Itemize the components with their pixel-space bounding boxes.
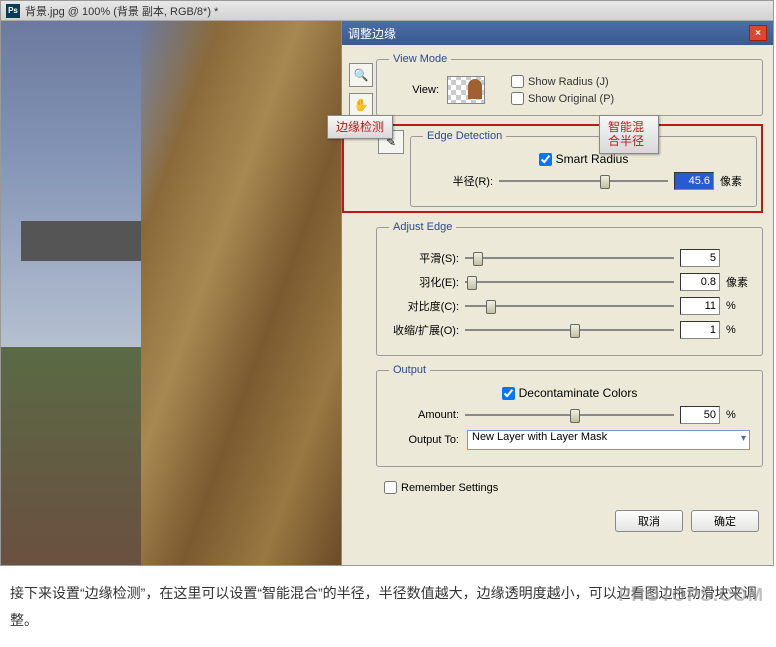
radius-unit: 像素 xyxy=(720,173,744,189)
decontaminate-checkbox[interactable]: Decontaminate Colors xyxy=(389,386,750,400)
contrast-unit: % xyxy=(726,300,750,312)
contrast-input[interactable] xyxy=(680,297,720,315)
feather-unit: 像素 xyxy=(726,274,750,290)
feather-label: 羽化(E): xyxy=(389,274,459,290)
smooth-input[interactable] xyxy=(680,249,720,267)
view-mode-group: View Mode View: Show Radius (J) Show Ori… xyxy=(376,53,763,116)
output-to-label: Output To: xyxy=(389,434,459,446)
photoshop-icon: Ps xyxy=(6,4,20,18)
annotation-edge-detection: 边缘检测 xyxy=(327,115,393,139)
image-preview xyxy=(1,21,341,565)
adjust-edge-group: Adjust Edge 平滑(S): 羽化(E): 像素 xyxy=(376,221,763,356)
output-to-select[interactable]: New Layer with Layer Mask xyxy=(467,430,750,450)
annotation-smart-radius: 智能混合半径 xyxy=(599,115,659,154)
feather-input[interactable] xyxy=(680,273,720,291)
radius-label: 半径(R): xyxy=(423,173,493,189)
output-group: Output Decontaminate Colors Amount: % xyxy=(376,364,763,467)
caption-text: 接下来设置“边缘检测”，在这里可以设置“智能混合”的半径，半径数值越大，边缘透明… xyxy=(0,566,776,647)
refine-edge-dialog: 调整边缘 × 🔍 ✋ View Mode View: xyxy=(341,21,773,565)
output-legend: Output xyxy=(389,364,430,376)
contrast-label: 对比度(C): xyxy=(389,298,459,314)
close-button[interactable]: × xyxy=(749,25,767,41)
smooth-label: 平滑(S): xyxy=(389,250,459,266)
edge-detection-legend: Edge Detection xyxy=(423,130,506,142)
shift-slider[interactable] xyxy=(465,322,674,338)
contrast-slider[interactable] xyxy=(465,298,674,314)
show-original-checkbox[interactable]: Show Original (P) xyxy=(511,92,614,105)
watermark: PHOTOPS.COM xyxy=(618,578,764,612)
edge-detection-group: Edge Detection Smart Radius 半径(R): xyxy=(410,130,757,207)
radius-slider[interactable] xyxy=(499,173,668,189)
zoom-tool-button[interactable]: 🔍 xyxy=(349,63,373,87)
view-label: View: xyxy=(389,84,439,96)
window-titlebar: Ps 背景.jpg @ 100% (背景 副本, RGB/8*) * xyxy=(1,1,773,21)
view-mode-legend: View Mode xyxy=(389,53,451,65)
ok-button[interactable]: 确定 xyxy=(691,510,759,532)
hand-tool-button[interactable]: ✋ xyxy=(349,93,373,117)
view-thumbnail[interactable] xyxy=(447,76,485,104)
edge-detection-highlight: ✎ Edge Detection Smart Radius 半径(R): xyxy=(342,124,763,213)
show-radius-checkbox[interactable]: Show Radius (J) xyxy=(511,75,614,88)
feather-slider[interactable] xyxy=(465,274,674,290)
shift-unit: % xyxy=(726,324,750,336)
dialog-title: 调整边缘 xyxy=(348,25,396,42)
shift-input[interactable] xyxy=(680,321,720,339)
remember-settings-checkbox[interactable]: Remember Settings xyxy=(384,481,763,494)
amount-unit: % xyxy=(726,409,750,421)
amount-label: Amount: xyxy=(389,409,459,421)
adjust-edge-legend: Adjust Edge xyxy=(389,221,456,233)
shift-label: 收缩/扩展(O): xyxy=(389,322,459,338)
amount-slider[interactable] xyxy=(465,407,674,423)
smart-radius-checkbox[interactable]: Smart Radius xyxy=(423,152,744,166)
amount-input[interactable] xyxy=(680,406,720,424)
dialog-titlebar: 调整边缘 × xyxy=(342,21,773,45)
radius-input[interactable] xyxy=(674,172,714,190)
window-title: 背景.jpg @ 100% (背景 副本, RGB/8*) * xyxy=(25,3,218,19)
cancel-button[interactable]: 取消 xyxy=(615,510,683,532)
smooth-slider[interactable] xyxy=(465,250,674,266)
